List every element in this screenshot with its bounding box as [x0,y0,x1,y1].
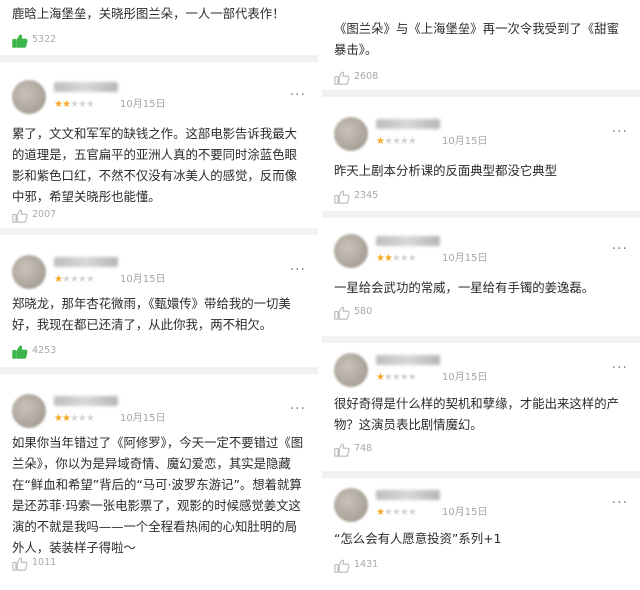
username-blurred[interactable] [54,257,118,267]
like-count: 580 [354,306,373,317]
star-rating: ★★★★★ [376,372,417,383]
review-header: ★★★★★ 10月15日 ··· [12,80,306,116]
thumbs-up-icon [334,558,350,573]
star-rating: ★★★★★ [376,253,417,264]
avatar[interactable] [334,234,368,268]
review-card: ★★★★★ 10月15日 ··· 很好奇得是什么样的契机和孽缘，才能出来这样的产… [322,343,640,471]
more-dots-icon[interactable]: ··· [612,242,628,256]
thumbs-up-icon [334,305,350,320]
thumbs-up-icon [334,70,350,85]
more-dots-icon[interactable]: ··· [290,88,306,102]
like-count: 4253 [32,345,57,356]
more-dots-icon[interactable]: ··· [290,402,306,416]
review-card: ★★★★★ 10月15日 ··· “怎么会有人愿意投资”系列+1 1431 [322,478,640,590]
more-dots-icon[interactable]: ··· [612,361,628,375]
like-count: 748 [354,443,373,454]
review-card: ★★★★★ 10月15日 ··· 郑晓龙，那年杏花微雨，《甄嬛传》带给我的一切美… [0,235,318,367]
thumbs-up-icon [12,556,28,571]
review-text: 很好奇得是什么样的契机和孽缘，才能出来这样的产物？这演员表比剧情魔幻。 [334,396,619,432]
username-blurred[interactable] [376,119,440,129]
review-header: ★★★★★ 10月15日 ··· [334,488,628,524]
review-date: 10月15日 [120,99,166,110]
review-text: 鹿晗上海堡垒，关晓彤图兰朵，一人一部代表作！ [12,6,285,21]
like-count: 5322 [32,34,57,45]
right-review-column: 《图兰朵》与《上海堡垒》再一次令我受到了《甜蜜暴击》。 2608 ★★★★★ 1… [322,0,640,590]
review-text: “怎么会有人愿意投资”系列+1 [334,531,502,546]
review-date: 10月15日 [442,136,488,147]
left-review-column: 鹿晗上海堡垒，关晓彤图兰朵，一人一部代表作！ 5322 ★★★★★ 10月15日… [0,0,318,590]
thumbs-up-icon [334,442,350,457]
more-dots-icon[interactable]: ··· [612,496,628,510]
review-date: 10月15日 [442,372,488,383]
thumbs-up-icon [12,344,28,359]
review-text: 如果你当年错过了《阿修罗》，今天一定不要错过《图兰朵》，你以为是异域奇情、魔幻爱… [12,435,304,555]
username-blurred[interactable] [376,236,440,246]
like-count: 1011 [32,557,57,568]
review-header: ★★★★★ 10月15日 ··· [334,353,628,389]
review-date: 10月15日 [120,413,166,424]
review-date: 10月15日 [442,253,488,264]
review-card: 鹿晗上海堡垒，关晓彤图兰朵，一人一部代表作！ 5322 [0,0,318,55]
review-text: 郑晓龙，那年杏花微雨，《甄嬛传》带给我的一切美好，我现在都已还清了，从此你我，两… [12,296,291,332]
like-count: 1431 [354,559,379,570]
review-card: 《图兰朵》与《上海堡垒》再一次令我受到了《甜蜜暴击》。 2608 [322,0,640,90]
username-blurred[interactable] [376,355,440,365]
avatar[interactable] [12,255,46,289]
avatar[interactable] [12,80,46,114]
review-card: ★★★★★ 10月15日 ··· 累了，文文和军军的缺钱之作。这部电影告诉我最大… [0,62,318,228]
username-blurred[interactable] [376,490,440,500]
avatar[interactable] [334,353,368,387]
star-rating: ★★★★★ [54,274,95,285]
review-text: 《图兰朵》与《上海堡垒》再一次令我受到了《甜蜜暴击》。 [334,21,619,57]
review-header: ★★★★★ 10月15日 ··· [334,117,628,153]
review-card: ★★★★★ 10月15日 ··· 昨天上剧本分析课的反面典型都没它典型 2345 [322,97,640,211]
like-count: 2345 [354,190,379,201]
review-date: 10月15日 [120,274,166,285]
star-rating: ★★★★★ [54,99,95,110]
thumbs-up-icon [12,33,28,48]
thumbs-up-icon [12,208,28,223]
avatar[interactable] [334,117,368,151]
star-rating: ★★★★★ [376,507,417,518]
review-header: ★★★★★ 10月15日 ··· [12,394,306,430]
review-text: 一星给会武功的常威，一星给有手镯的姜逸磊。 [334,280,595,295]
like-count: 2007 [32,209,57,220]
avatar[interactable] [334,488,368,522]
username-blurred[interactable] [54,396,118,406]
star-rating: ★★★★★ [54,413,95,424]
username-blurred[interactable] [54,82,118,92]
review-text: 累了，文文和军军的缺钱之作。这部电影告诉我最大的道理是，五官扁平的亚洲人真的不要… [12,126,297,204]
review-date: 10月15日 [442,507,488,518]
more-dots-icon[interactable]: ··· [290,263,306,277]
review-text: 昨天上剧本分析课的反面典型都没它典型 [334,163,558,178]
review-header: ★★★★★ 10月15日 ··· [334,234,628,270]
review-card: ★★★★★ 10月15日 ··· 如果你当年错过了《阿修罗》，今天一定不要错过《… [0,374,318,590]
avatar[interactable] [12,394,46,428]
star-rating: ★★★★★ [376,136,417,147]
review-header: ★★★★★ 10月15日 ··· [12,255,306,291]
more-dots-icon[interactable]: ··· [612,125,628,139]
thumbs-up-icon [334,189,350,204]
like-count: 2608 [354,71,379,82]
review-card: ★★★★★ 10月15日 ··· 一星给会武功的常威，一星给有手镯的姜逸磊。 5… [322,218,640,336]
